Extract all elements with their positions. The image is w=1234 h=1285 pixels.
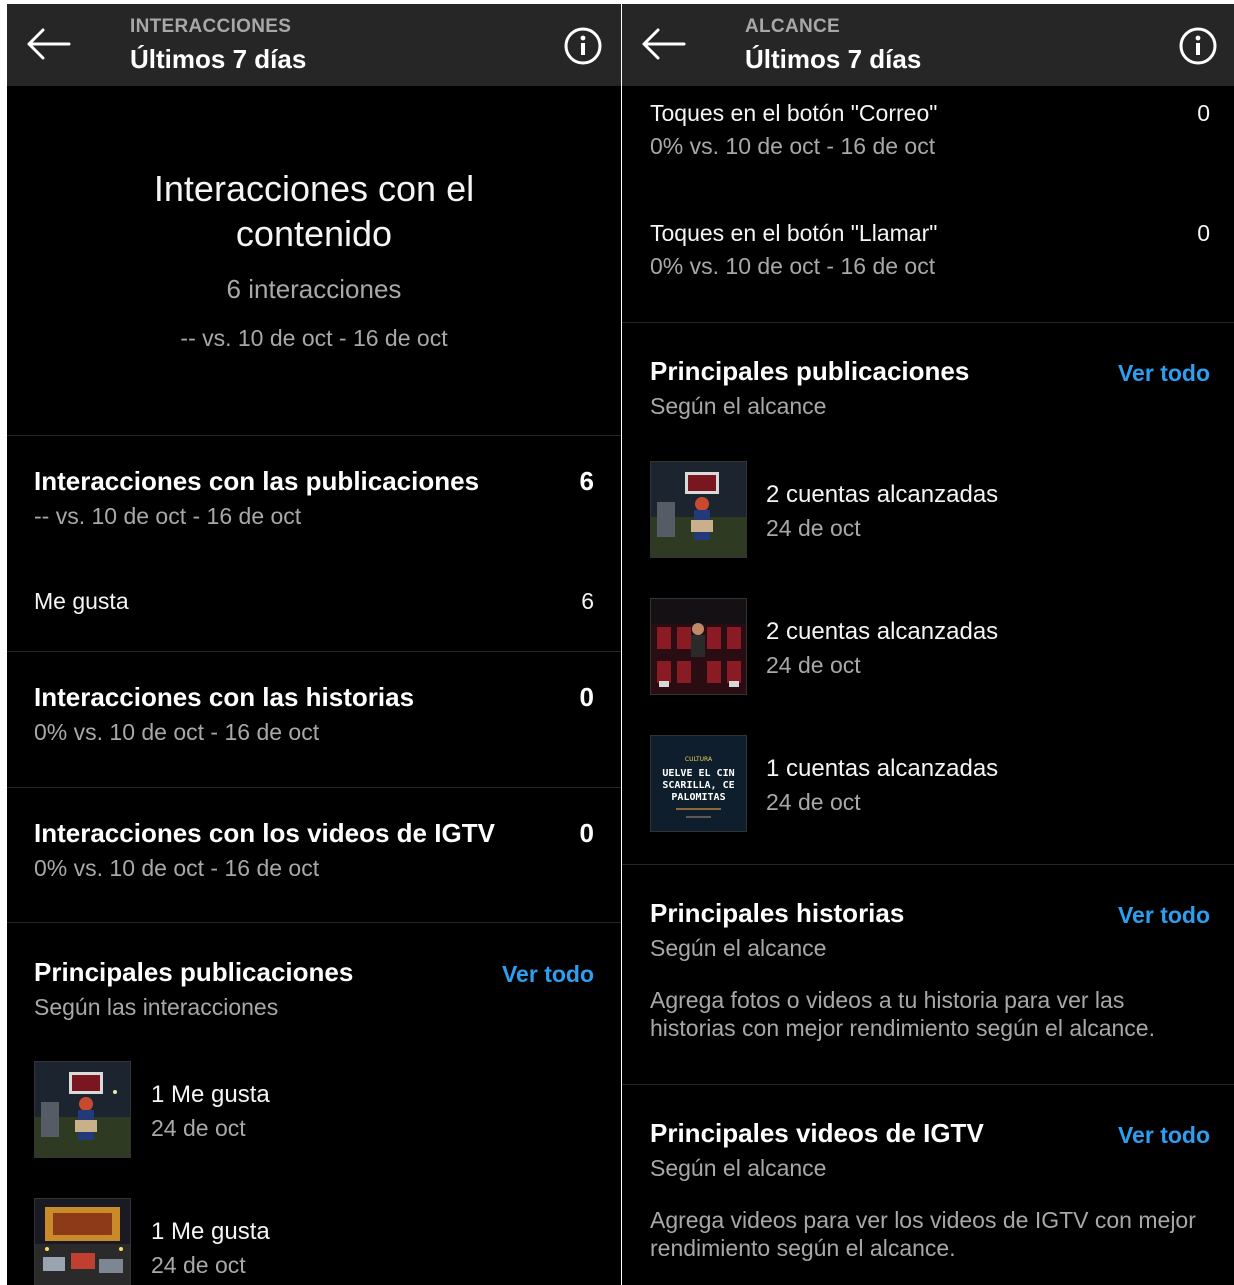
hero-title-line: Interacciones con el — [153, 168, 475, 209]
interactions-screen: INTERACCIONES Últimos 7 días Interaccion… — [7, 4, 621, 1285]
arrow-left-icon[interactable] — [25, 26, 71, 62]
post-thumbnail[interactable] — [34, 1198, 131, 1285]
empty-message-line: historias con mejor rendimiento según el… — [650, 1015, 1155, 1041]
likes-value: 6 — [581, 588, 594, 614]
see-all-link[interactable]: Ver todo — [1118, 360, 1210, 387]
post-reach: 2 cuentas alcanzadas — [766, 481, 999, 508]
call-taps-comparison: 0% vs. 10 de oct - 16 de oct — [650, 253, 936, 279]
top-posts-title: Principales publicaciones — [34, 957, 354, 987]
igtv-interactions-value: 0 — [579, 818, 594, 848]
divider — [7, 435, 621, 436]
divider — [7, 787, 621, 788]
posts-interactions-value: 6 — [579, 466, 594, 496]
section-label: ALCANCE — [745, 16, 840, 37]
posts-interactions-title[interactable]: Interacciones con las publicaciones — [34, 466, 479, 497]
thumbnail-tag: CULTURA — [685, 756, 713, 763]
hero-title: Interacciones con el contenido — [7, 166, 621, 256]
igtv-empty-message: Agrega videos para ver los videos de IGT… — [650, 1206, 1196, 1262]
post-reach: 2 cuentas alcanzadas — [766, 618, 999, 645]
top-bar: INTERACCIONES Últimos 7 días — [7, 4, 621, 86]
top-igtv-subtitle: Según el alcance — [650, 1155, 827, 1181]
info-circle-icon[interactable] — [563, 26, 603, 66]
hero-title-line: contenido — [235, 213, 393, 254]
post-thumbnail[interactable] — [34, 1061, 131, 1158]
see-all-link[interactable]: Ver todo — [1118, 1122, 1210, 1149]
post-date: 24 de oct — [766, 515, 861, 541]
post-reach: 1 cuentas alcanzadas — [766, 755, 999, 782]
email-taps-label: Toques en el botón "Correo" — [650, 100, 938, 126]
post-date: 24 de oct — [766, 652, 861, 678]
call-taps-label: Toques en el botón "Llamar" — [650, 220, 938, 246]
post-date: 24 de oct — [151, 1252, 246, 1278]
top-igtv-title: Principales videos de IGTV — [650, 1118, 984, 1148]
top-posts-subtitle: Según el alcance — [650, 393, 827, 419]
thumbnail-line: UELVE EL CIN — [662, 768, 734, 779]
reach-screen: ALCANCE Últimos 7 días Toques en el botó… — [622, 4, 1234, 1285]
email-taps-comparison: 0% vs. 10 de oct - 16 de oct — [650, 133, 936, 159]
top-bar: ALCANCE Últimos 7 días — [622, 4, 1234, 86]
call-taps-value: 0 — [1197, 220, 1210, 246]
post-date: 24 de oct — [766, 789, 861, 815]
period-title[interactable]: Últimos 7 días — [130, 44, 306, 75]
likes-label: Me gusta — [34, 588, 129, 614]
top-posts-title: Principales publicaciones — [650, 356, 970, 386]
igtv-interactions-comparison: 0% vs. 10 de oct - 16 de oct — [34, 855, 320, 881]
top-stories-title: Principales historias — [650, 898, 905, 928]
post-date: 24 de oct — [151, 1115, 246, 1141]
hero-comparison: -- vs. 10 de oct - 16 de oct — [180, 325, 448, 351]
period-title[interactable]: Últimos 7 días — [745, 44, 921, 75]
divider — [622, 1084, 1234, 1085]
post-likes: 1 Me gusta — [151, 1218, 270, 1245]
post-likes: 1 Me gusta — [151, 1081, 270, 1108]
top-posts-subtitle: Según las interacciones — [34, 994, 279, 1020]
divider — [622, 322, 1234, 323]
post-thumbnail[interactable] — [650, 598, 747, 695]
empty-message-line: Agrega fotos o videos a tu historia para… — [650, 987, 1125, 1013]
see-all-link[interactable]: Ver todo — [1118, 902, 1210, 929]
igtv-interactions-title[interactable]: Interacciones con los videos de IGTV — [34, 818, 495, 849]
thumbnail-line: PALOMITAS — [671, 792, 725, 803]
post-thumbnail[interactable]: CULTURA UELVE EL CIN SCARILLA, CE PALOMI… — [650, 735, 747, 832]
stories-interactions-comparison: 0% vs. 10 de oct - 16 de oct — [34, 719, 320, 745]
divider — [7, 651, 621, 652]
empty-message-line: rendimiento según el alcance. — [650, 1235, 956, 1261]
section-label: INTERACCIONES — [130, 16, 292, 37]
stories-interactions-value: 0 — [579, 682, 594, 712]
empty-message-line: Agrega videos para ver los videos de IGT… — [650, 1207, 1196, 1233]
hero-count: 6 interacciones — [226, 274, 402, 304]
top-stories-subtitle: Según el alcance — [650, 935, 827, 961]
posts-interactions-comparison: -- vs. 10 de oct - 16 de oct — [34, 503, 302, 529]
post-thumbnail[interactable] — [650, 461, 747, 558]
stories-empty-message: Agrega fotos o videos a tu historia para… — [650, 986, 1155, 1042]
email-taps-value: 0 — [1197, 100, 1210, 126]
stories-interactions-title[interactable]: Interacciones con las historias — [34, 682, 414, 713]
divider — [622, 864, 1234, 865]
arrow-left-icon[interactable] — [640, 26, 686, 62]
screenshot-collage: INTERACCIONES Últimos 7 días Interaccion… — [0, 0, 1234, 1285]
divider — [7, 922, 621, 923]
see-all-link[interactable]: Ver todo — [502, 961, 594, 988]
info-circle-icon[interactable] — [1178, 26, 1218, 66]
thumbnail-line: SCARILLA, CE — [662, 780, 734, 791]
